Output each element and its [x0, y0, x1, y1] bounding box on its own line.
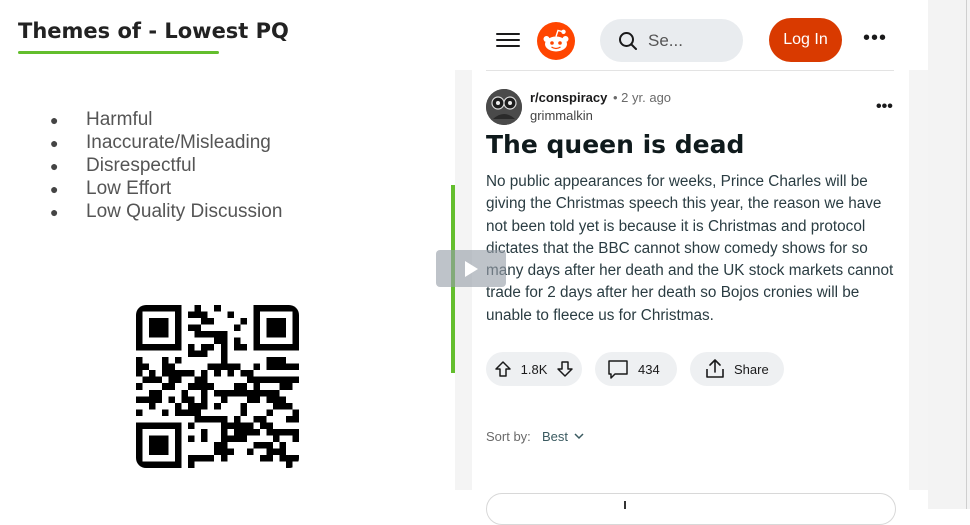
search-bar[interactable] [600, 19, 743, 62]
share-icon [706, 359, 724, 378]
subreddit-avatar[interactable] [486, 89, 522, 125]
theme-item: ● Disrespectful [50, 154, 282, 177]
upvote-icon[interactable] [494, 360, 512, 378]
add-comment-box[interactable] [486, 493, 896, 525]
post-age: • 2 yr. ago [613, 90, 672, 105]
author-link[interactable]: grimmalkin [530, 108, 593, 123]
menu-icon[interactable] [496, 29, 520, 51]
theme-label: Disrespectful [86, 154, 196, 176]
post-shadow [909, 70, 928, 490]
bullet: ● [50, 111, 59, 128]
theme-label: Low Quality Discussion [86, 200, 283, 222]
divider [486, 70, 894, 71]
bullet: ● [50, 157, 59, 174]
downvote-icon[interactable] [556, 360, 574, 378]
sort-value: Best [542, 429, 569, 444]
theme-label: Low Effort [86, 177, 172, 199]
comments-button[interactable]: 434 [595, 352, 677, 386]
play-icon [465, 260, 478, 277]
vote-group: 1.8K [486, 352, 582, 386]
share-label: Share [734, 361, 769, 377]
bullet: ● [50, 203, 59, 220]
search-icon [619, 31, 637, 50]
theme-item: ● Harmful [50, 108, 282, 131]
search-input[interactable] [646, 29, 720, 52]
share-button[interactable]: Share [690, 352, 784, 386]
theme-label: Harmful [86, 108, 153, 130]
subreddit-link[interactable]: r/conspiracy [530, 90, 607, 105]
sort-dropdown[interactable]: Best [542, 429, 584, 444]
post-title: The queen is dead [486, 130, 745, 159]
comment-count: 434 [638, 361, 660, 377]
slide-title: Themes of - Lowest PQ [18, 19, 289, 43]
add-comment-plus-icon [624, 501, 626, 509]
theme-item: ● Low Effort [50, 177, 282, 200]
theme-item: ● Low Quality Discussion [50, 200, 282, 223]
vote-count: 1.8K [520, 361, 548, 377]
more-options-button[interactable]: ••• [863, 28, 887, 48]
play-button[interactable] [436, 250, 506, 287]
theme-label: Inaccurate/Misleading [86, 131, 271, 153]
comment-icon [608, 360, 628, 379]
login-button[interactable]: Log In [769, 18, 842, 62]
scrollbar-track[interactable] [966, 0, 967, 509]
bullet: ● [50, 180, 59, 197]
scroll-gutter [928, 0, 970, 509]
post-body: No public appearances for weeks, Prince … [486, 173, 894, 324]
reddit-logo-icon[interactable] [537, 22, 575, 60]
bullet: ● [50, 134, 59, 151]
post-more-button[interactable]: ••• [876, 98, 893, 116]
qr-code [136, 305, 299, 468]
theme-item: ● Inaccurate/Misleading [50, 131, 282, 154]
chevron-down-icon [574, 433, 584, 440]
themes-list: ● Harmful ● Inaccurate/Misleading ● Disresp… [50, 108, 282, 223]
title-underline [18, 51, 219, 54]
sort-label: Sort by: [486, 429, 531, 444]
